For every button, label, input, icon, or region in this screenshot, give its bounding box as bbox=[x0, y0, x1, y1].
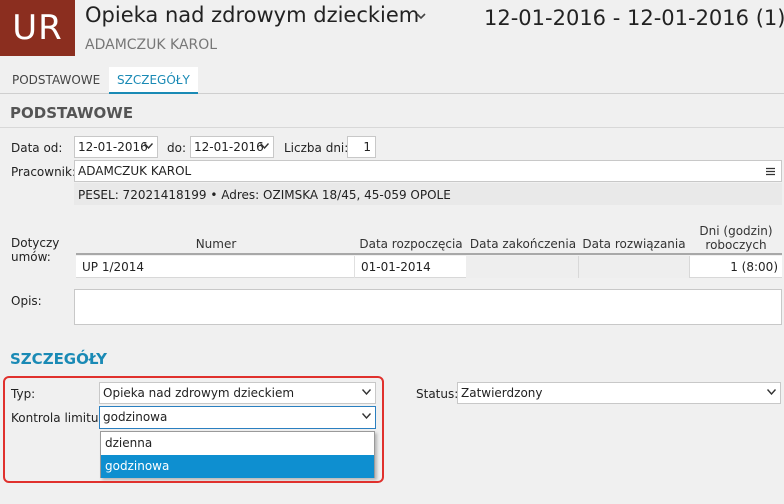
description-label: Opis: bbox=[11, 294, 42, 308]
page-title[interactable]: Opieka nad zdrowym dzieckiem bbox=[85, 3, 419, 27]
date-range: 12-01-2016 - 12-01-2016 (1) bbox=[484, 6, 784, 30]
days-label: Liczba dni: bbox=[284, 141, 349, 155]
cell-days: 1 (8:00) bbox=[730, 260, 778, 274]
menu-icon[interactable] bbox=[766, 167, 775, 176]
table-row[interactable]: UP 1/2014 01-01-2014 1 (8:00) bbox=[76, 256, 782, 278]
section-title-details: SZCZEGÓŁY bbox=[10, 350, 108, 368]
date-from-label: Data od: bbox=[11, 141, 63, 155]
date-to-label: do: bbox=[167, 141, 187, 155]
status-value: Zatwierdzony bbox=[461, 386, 543, 400]
tab-podstawowe[interactable]: PODSTAWOWE bbox=[4, 67, 108, 94]
days-field[interactable]: 1 bbox=[347, 136, 376, 158]
cell-divider bbox=[354, 256, 355, 278]
table-header-divider bbox=[76, 253, 782, 255]
highlight-box bbox=[3, 376, 384, 483]
employee-field[interactable]: ADAMCZUK KAROL bbox=[74, 160, 782, 182]
date-to-value: 12-01-2016 bbox=[194, 140, 264, 154]
col-start: Data rozpoczęcia bbox=[359, 237, 463, 251]
employee-value: ADAMCZUK KAROL bbox=[78, 164, 192, 178]
cell-start: 01-01-2014 bbox=[361, 260, 431, 274]
employee-details: PESEL: 72021418199 • Adres: OZIMSKA 18/4… bbox=[78, 188, 451, 202]
date-to-field[interactable]: 12-01-2016 bbox=[190, 136, 274, 158]
cell-empty-end bbox=[466, 256, 578, 278]
col-days: Dni (godzin) roboczych bbox=[699, 224, 773, 252]
col-termination: Data rozwiązania bbox=[582, 237, 686, 251]
section-divider bbox=[0, 127, 784, 128]
col-end: Data zakończenia bbox=[469, 237, 577, 251]
chevron-down-icon bbox=[767, 389, 776, 395]
tab-bar: PODSTAWOWE SZCZEGÓŁY bbox=[0, 67, 784, 94]
section-title-basic: PODSTAWOWE bbox=[10, 104, 134, 122]
employee-label: Pracownik: bbox=[11, 165, 76, 179]
chevron-down-icon bbox=[144, 143, 153, 149]
employee-subtitle: ADAMCZUK KAROL bbox=[85, 37, 218, 53]
cell-empty-termination bbox=[579, 256, 689, 278]
status-label: Status: bbox=[416, 387, 459, 401]
date-from-value: 12-01-2016 bbox=[78, 140, 148, 154]
chevron-down-icon[interactable] bbox=[414, 9, 428, 23]
status-select[interactable]: Zatwierdzony bbox=[457, 382, 781, 404]
record-header: UR Opieka nad zdrowym dzieckiem ADAMCZUK… bbox=[0, 0, 784, 62]
col-numer: Numer bbox=[195, 237, 237, 251]
description-field[interactable] bbox=[74, 289, 782, 325]
cell-numer: UP 1/2014 bbox=[82, 260, 145, 274]
avatar: UR bbox=[0, 0, 75, 56]
chevron-down-icon bbox=[260, 143, 269, 149]
tab-szczegoly[interactable]: SZCZEGÓŁY bbox=[109, 67, 198, 94]
contracts-label: Dotyczy umów: bbox=[11, 236, 60, 264]
date-from-field[interactable]: 12-01-2016 bbox=[74, 136, 158, 158]
